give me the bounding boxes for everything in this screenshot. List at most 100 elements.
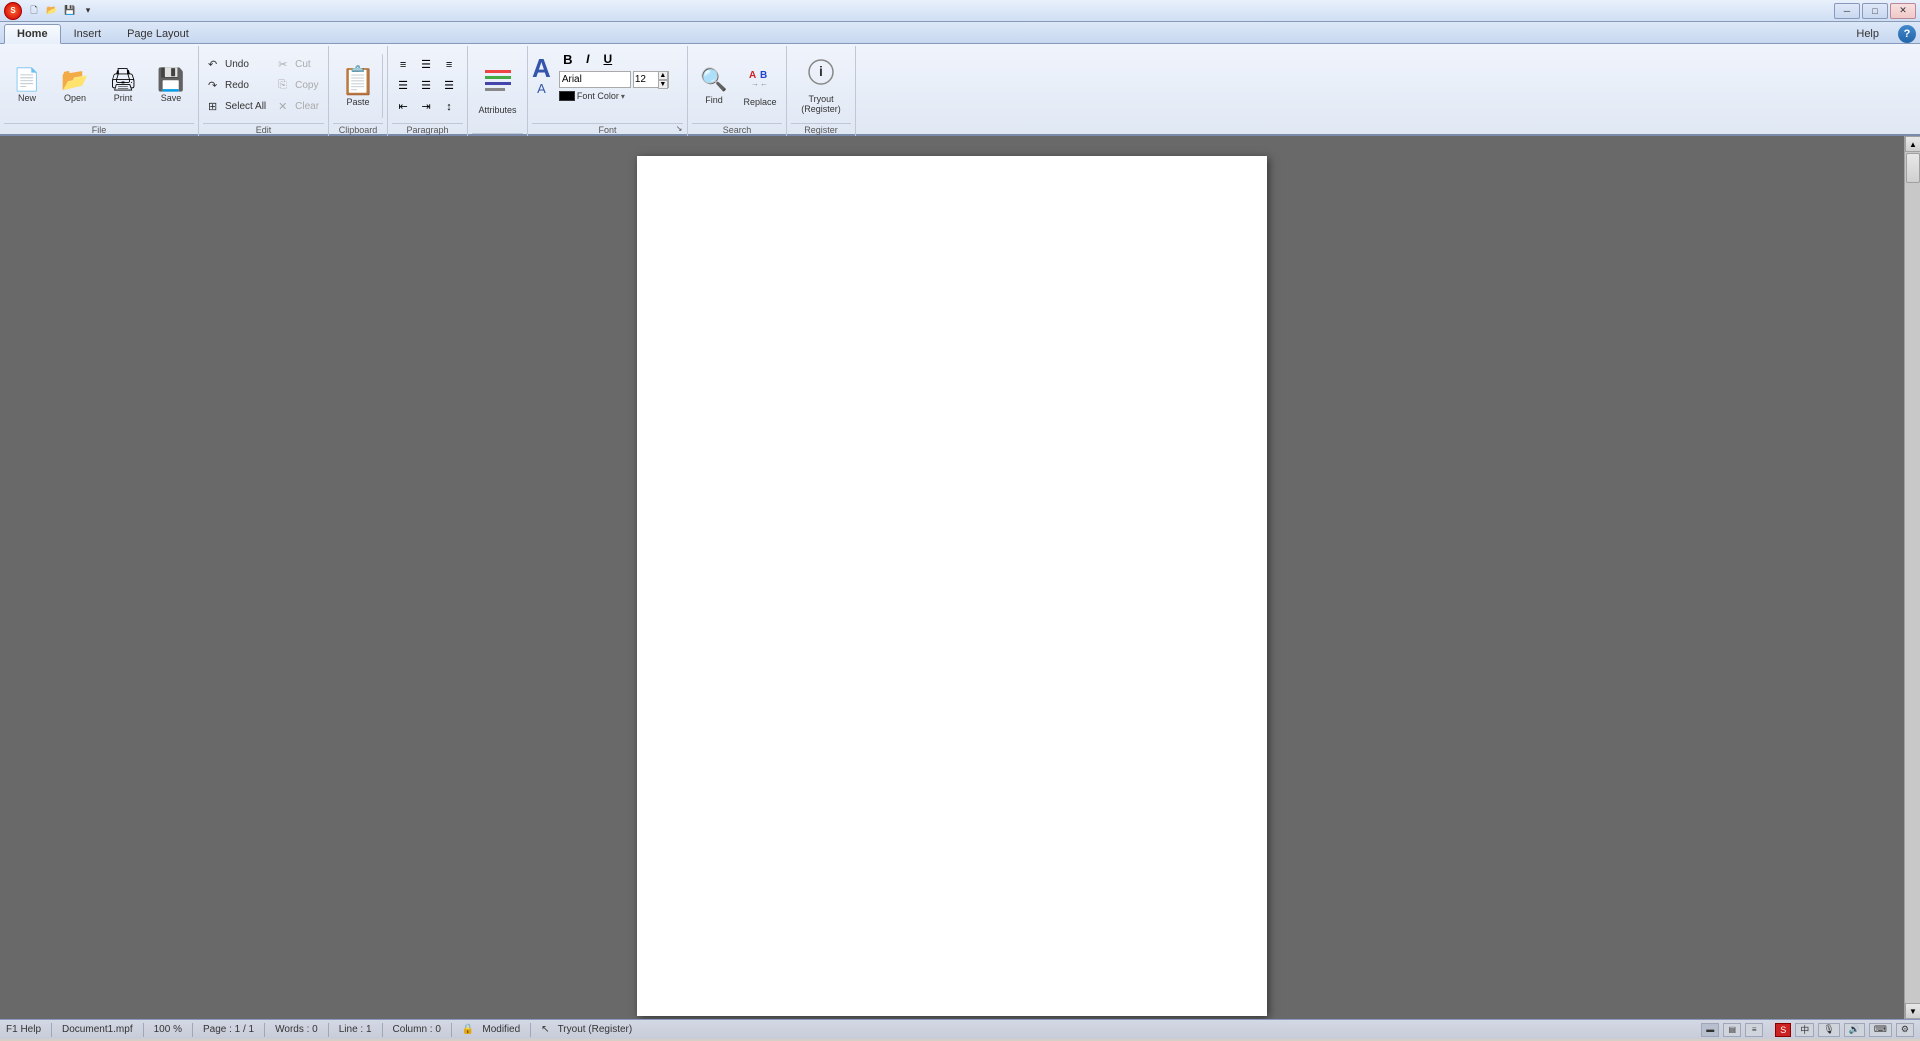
speaker-button[interactable]: 🔊 xyxy=(1844,1023,1865,1037)
document-page[interactable] xyxy=(637,156,1267,1016)
qa-open-btn[interactable]: 📂 xyxy=(44,4,60,18)
scroll-up-button[interactable]: ▲ xyxy=(1905,136,1920,152)
tab-insert[interactable]: Insert xyxy=(61,23,115,43)
clipboard-group-label: Clipboard xyxy=(333,123,383,136)
column-info: Column : 0 xyxy=(393,1024,441,1035)
minimize-button[interactable]: ─ xyxy=(1834,3,1860,19)
clear-icon: ✕ xyxy=(278,100,292,113)
font-colors-expand-button[interactable]: ↘ xyxy=(673,122,685,134)
tab-help[interactable]: Help xyxy=(1843,23,1892,43)
underline-button[interactable]: U xyxy=(599,50,617,68)
find-icon: 🔍 xyxy=(700,67,727,93)
paste-button[interactable]: 📋 Paste xyxy=(333,53,383,119)
app-logo: S xyxy=(4,2,22,20)
redo-button[interactable]: ↷ Redo xyxy=(203,76,271,96)
modified-status: Modified xyxy=(482,1024,520,1035)
tab-page-layout[interactable]: Page Layout xyxy=(114,23,202,43)
indent-increase-button[interactable]: ⇥ xyxy=(415,97,437,117)
tryout-register-button[interactable]: i Tryout(Register) xyxy=(791,53,851,119)
select-all-button[interactable]: ⊞ Select All xyxy=(203,97,271,117)
print-button[interactable]: 🖨 Print xyxy=(100,53,146,119)
font-name-input[interactable] xyxy=(559,71,631,88)
scroll-thumb[interactable] xyxy=(1906,153,1920,183)
quick-access-toolbar: 🗋 📂 💾 ▾ xyxy=(26,4,96,18)
bold-button[interactable]: B xyxy=(559,50,577,68)
scroll-down-button[interactable]: ▼ xyxy=(1905,1003,1920,1019)
view-layout-button[interactable]: ▤ xyxy=(1723,1023,1741,1037)
register-group-label: Register xyxy=(791,123,851,136)
settings-button[interactable]: ⚙ xyxy=(1896,1023,1914,1037)
copy-button[interactable]: ⎘ Copy xyxy=(273,76,324,96)
para-row3: ⇤ ⇥ ↕ xyxy=(392,97,460,117)
qa-new-btn[interactable]: 🗋 xyxy=(26,4,42,18)
open-label: Open xyxy=(64,93,86,103)
select-all-label: Select All xyxy=(225,101,266,112)
save-button[interactable]: 💾 Save xyxy=(148,53,194,119)
ribbon-group-font-colors: A A B I U xyxy=(528,46,688,136)
status-sep-6 xyxy=(382,1023,383,1037)
font-size-up-button[interactable]: ▲ xyxy=(658,71,668,80)
view-normal-button[interactable]: ▬ xyxy=(1701,1023,1719,1037)
view-outline-button[interactable]: ≡ xyxy=(1745,1023,1763,1037)
replace-button[interactable]: A B → ← Replace xyxy=(738,53,782,119)
scroll-track xyxy=(1905,152,1920,1003)
open-icon: 📂 xyxy=(61,69,88,91)
para-spacing-button[interactable]: ↕ xyxy=(438,97,460,117)
italic-button[interactable]: I xyxy=(579,50,597,68)
font-color-dropdown-arrow[interactable]: ▾ xyxy=(621,92,625,101)
status-sep-4 xyxy=(264,1023,265,1037)
undo-button[interactable]: ↶ Undo xyxy=(203,55,271,75)
svg-text:i: i xyxy=(819,63,823,79)
status-sep-5 xyxy=(328,1023,329,1037)
search-group-inner: 🔍 Find A B → ← Replace xyxy=(692,48,782,123)
indent-decrease-button[interactable]: ⇤ xyxy=(392,97,414,117)
tab-home[interactable]: Home xyxy=(4,24,61,44)
status-sep-8 xyxy=(530,1023,531,1037)
register-group-inner: i Tryout(Register) xyxy=(791,48,851,123)
font-size-down-button[interactable]: ▼ xyxy=(658,80,668,89)
input-method-button[interactable]: 中 xyxy=(1795,1023,1814,1037)
vertical-scrollbar: ▲ ▼ xyxy=(1904,136,1920,1019)
list-number-button[interactable]: ☰ xyxy=(415,76,437,96)
language-button[interactable]: S xyxy=(1775,1023,1791,1037)
replace-icon: A B → ← xyxy=(748,65,772,95)
ribbon-group-file: 📄 New 📂 Open 🖨 Print 💾 Save File xyxy=(0,46,199,136)
find-button[interactable]: 🔍 Find xyxy=(692,53,736,119)
microphone-button[interactable]: 🎙 xyxy=(1818,1023,1839,1037)
find-label: Find xyxy=(705,95,723,105)
edit-group-label: Edit xyxy=(203,123,324,136)
ribbon-group-search: 🔍 Find A B → ← Replace Search xyxy=(688,46,787,136)
list-bullet-button[interactable]: ☰ xyxy=(392,76,414,96)
align-center-button[interactable]: ☰ xyxy=(415,55,437,75)
qa-dropdown-btn[interactable]: ▾ xyxy=(80,4,96,18)
lock-icon: 🔒 xyxy=(462,1024,474,1035)
font-size-input[interactable] xyxy=(634,72,658,87)
new-icon: 📄 xyxy=(13,69,40,91)
list-multi-button[interactable]: ☰ xyxy=(438,76,460,96)
attributes-label: Attributes xyxy=(479,105,517,115)
qa-save-btn[interactable]: 💾 xyxy=(62,4,78,18)
tryout-icon: i xyxy=(807,58,835,92)
attributes-icon xyxy=(483,66,513,103)
title-bar-left: S 🗋 📂 💾 ▾ xyxy=(4,2,96,20)
align-left-button[interactable]: ≡ xyxy=(392,55,414,75)
file-group-label: File xyxy=(4,123,194,136)
align-right-button[interactable]: ≡ xyxy=(438,55,460,75)
keyboard-button[interactable]: ⌨ xyxy=(1869,1023,1892,1037)
cut-button[interactable]: ✂ Cut xyxy=(273,55,324,75)
paragraph-group-buttons: ≡ ☰ ≡ ☰ ☰ ☰ ⇤ ⇥ ↕ xyxy=(392,55,460,117)
open-button[interactable]: 📂 Open xyxy=(52,53,98,119)
new-button[interactable]: 📄 New xyxy=(4,53,50,119)
help-icon[interactable]: ? xyxy=(1898,25,1916,43)
status-sep-3 xyxy=(192,1023,193,1037)
edit-group-inner: ↶ Undo ↷ Redo ⊞ Select All ✂ Cut ⎘ xyxy=(203,48,324,123)
maximize-button[interactable]: □ xyxy=(1862,3,1888,19)
tryout-label: Tryout(Register) xyxy=(801,94,841,114)
document-name: Document1.mpf xyxy=(62,1024,133,1035)
clear-button[interactable]: ✕ Clear xyxy=(273,97,324,117)
attributes-button[interactable]: Attributes xyxy=(472,58,523,124)
select-all-icon: ⊞ xyxy=(208,100,222,113)
close-button[interactable]: ✕ xyxy=(1890,3,1916,19)
status-sep-7 xyxy=(451,1023,452,1037)
main-area: ▲ ▼ xyxy=(0,136,1920,1019)
